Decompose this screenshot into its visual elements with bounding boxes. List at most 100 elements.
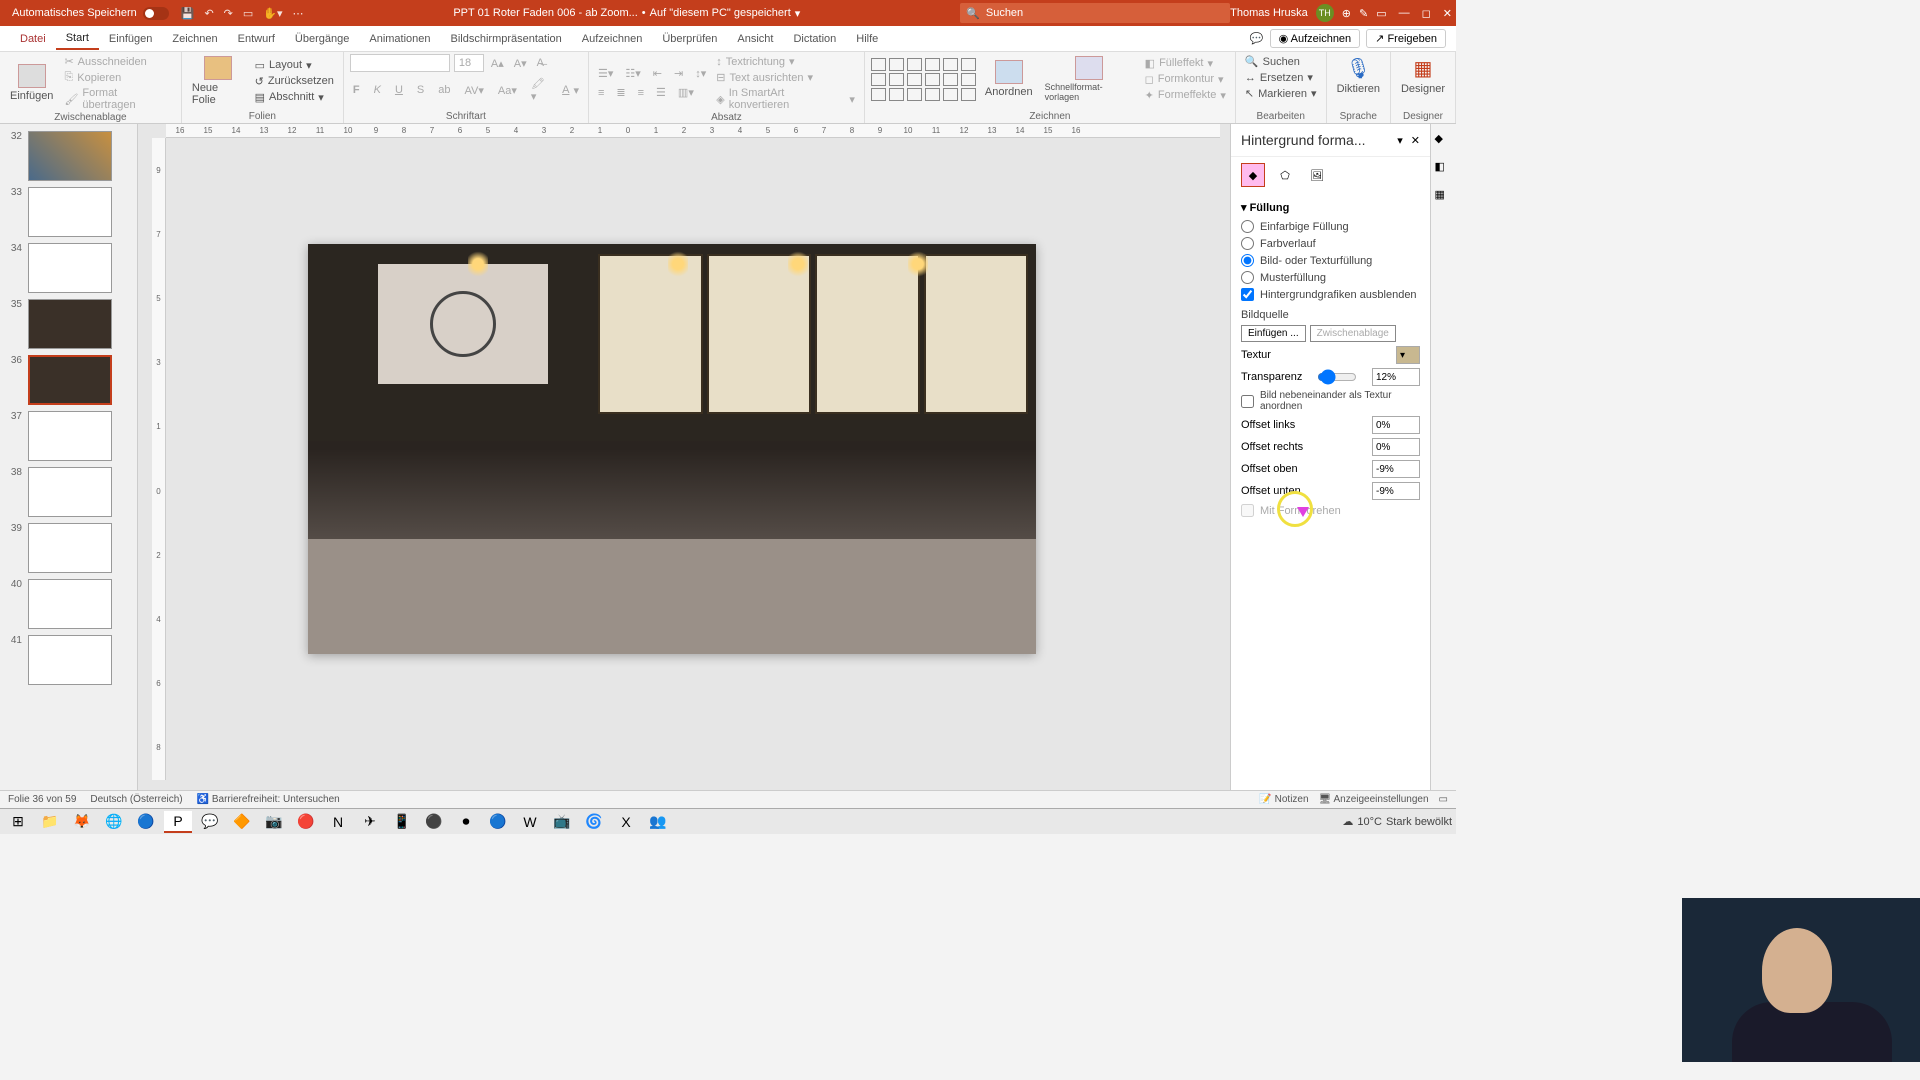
paste-button[interactable]: Einfügen (6, 62, 57, 104)
text-direction-button[interactable]: ↕ Textrichtung ▾ (713, 54, 858, 69)
find-button[interactable]: 🔍 Suchen (1242, 54, 1320, 69)
tile-checkbox[interactable]: Bild nebeneinander als Textur anordnen (1241, 388, 1420, 414)
align-center-button[interactable]: ≣ (613, 85, 628, 100)
share-button[interactable]: ↗ Freigeben (1366, 29, 1446, 48)
language-status[interactable]: Deutsch (Österreich) (90, 794, 182, 805)
taskbar-edge2[interactable]: 🌀 (580, 811, 608, 833)
align-left-button[interactable]: ≡ (595, 86, 607, 100)
underline-button[interactable]: U (392, 83, 406, 97)
pattern-fill-option[interactable]: Musterfüllung (1241, 269, 1420, 286)
select-button[interactable]: ↖ Markieren ▾ (1242, 86, 1320, 101)
tab-ueberpruefen[interactable]: Überprüfen (652, 29, 727, 49)
dictate-button[interactable]: 🎙Diktieren (1333, 54, 1384, 97)
taskbar-onenote[interactable]: N (324, 811, 352, 833)
font-size-combo[interactable]: 18 (454, 54, 484, 72)
undo-icon[interactable]: ↶ (204, 7, 213, 20)
taskbar-teams[interactable]: 👥 (644, 811, 672, 833)
designer-button[interactable]: ▦Designer (1397, 54, 1449, 97)
taskbar-app-3[interactable]: 🔴 (292, 811, 320, 833)
section-button[interactable]: ▤ Abschnitt ▾ (252, 90, 337, 105)
thumb-39[interactable]: 39 (0, 520, 137, 576)
header-icon-1[interactable]: ⊕ (1342, 7, 1351, 20)
slide-count[interactable]: Folie 36 von 59 (8, 794, 76, 805)
tab-ansicht[interactable]: Ansicht (727, 29, 783, 49)
slide-thumbnails[interactable]: 32 33 34 35 36 37 38 39 40 41 (0, 124, 138, 790)
offset-top-value[interactable]: -9% (1372, 460, 1420, 478)
close-button[interactable]: ✕ (1443, 7, 1452, 20)
title-dropdown-icon[interactable]: ▾ (795, 7, 801, 20)
case-button[interactable]: Aa▾ (495, 83, 520, 98)
thumb-36[interactable]: 36 (0, 352, 137, 408)
user-avatar[interactable]: TH (1316, 4, 1334, 22)
taskbar-explorer[interactable]: 📁 (36, 811, 64, 833)
arrange-button[interactable]: Anordnen (981, 58, 1037, 100)
panel-close-icon[interactable]: ✕ (1411, 134, 1420, 147)
thumb-38[interactable]: 38 (0, 464, 137, 520)
bullets-button[interactable]: ☰▾ (595, 66, 616, 81)
indent-inc-button[interactable]: ⇥ (671, 66, 686, 81)
strike-button[interactable]: S (414, 83, 427, 97)
tab-aufzeichnen[interactable]: Aufzeichnen (572, 29, 653, 49)
touch-icon[interactable]: ✋▾ (263, 7, 282, 20)
taskbar-vlc[interactable]: 🔶 (228, 811, 256, 833)
taskbar-app-6[interactable]: 🔵 (484, 811, 512, 833)
highlight-button[interactable]: 🖍▾ (528, 76, 551, 104)
transparency-slider[interactable] (1317, 369, 1357, 385)
start-button[interactable]: ⊞ (4, 811, 32, 833)
shadow-button[interactable]: ab (435, 83, 453, 97)
insert-image-button[interactable]: Einfügen ... (1241, 325, 1306, 342)
text-align-button[interactable]: ⊟ Text ausrichten ▾ (713, 70, 858, 85)
quick-styles-button[interactable]: Schnellformat-vorlagen (1041, 54, 1138, 104)
thumb-35[interactable]: 35 (0, 296, 137, 352)
shape-effects-button[interactable]: ✦ Formeffekte ▾ (1142, 88, 1229, 103)
redo-icon[interactable]: ↷ (224, 7, 233, 20)
spacing-button[interactable]: AV▾ (462, 83, 487, 98)
offset-bottom-value[interactable]: -9% (1372, 482, 1420, 500)
justify-button[interactable]: ☰ (653, 85, 669, 100)
comments-icon[interactable]: 💬 (1250, 32, 1264, 45)
replace-button[interactable]: ↔ Ersetzen ▾ (1242, 70, 1320, 85)
bold-button[interactable]: F (350, 83, 363, 97)
hide-bg-graphics-option[interactable]: Hintergrundgrafiken ausblenden (1241, 286, 1420, 303)
header-icon-2[interactable]: ✎ (1359, 7, 1368, 20)
smartart-button[interactable]: ◈ In SmartArt konvertieren ▾ (713, 86, 858, 112)
panel-dropdown-icon[interactable]: ▾ (1397, 134, 1403, 147)
thumb-34[interactable]: 34 (0, 240, 137, 296)
texture-picker[interactable]: ▾ (1396, 346, 1420, 364)
indent-dec-button[interactable]: ⇤ (650, 66, 665, 81)
thumb-41[interactable]: 41 (0, 632, 137, 688)
copy-button[interactable]: ⎘ Kopieren (61, 70, 174, 85)
save-icon[interactable]: 💾 (181, 7, 195, 20)
thumb-40[interactable]: 40 (0, 576, 137, 632)
picture-tab-icon[interactable]: 🖼 (1305, 163, 1329, 187)
fill-tab-icon[interactable]: ◆ (1241, 163, 1265, 187)
clear-format-icon[interactable]: A̶ (534, 56, 547, 70)
rail-icon-3[interactable]: ▦ (1435, 188, 1453, 206)
slide-canvas[interactable] (308, 244, 1036, 654)
format-painter-button[interactable]: 🖌 Format übertragen (61, 86, 174, 112)
rail-icon-1[interactable]: ◆ (1435, 132, 1453, 150)
thumb-37[interactable]: 37 (0, 408, 137, 464)
numbering-button[interactable]: ☷▾ (622, 66, 643, 81)
taskbar-obs[interactable]: ⚫ (420, 811, 448, 833)
clipboard-image-button[interactable]: Zwischenablage (1310, 325, 1396, 342)
taskbar-telegram[interactable]: ✈ (356, 811, 384, 833)
taskbar-weather[interactable]: ☁ 10°C Stark bewölkt (1342, 815, 1452, 828)
saved-location[interactable]: Auf "diesem PC" gespeichert (650, 7, 791, 20)
gradient-fill-option[interactable]: Farbverlauf (1241, 235, 1420, 252)
tab-uebergaenge[interactable]: Übergänge (285, 29, 359, 49)
taskbar-firefox[interactable]: 🦊 (68, 811, 96, 833)
decrease-font-icon[interactable]: A▾ (511, 56, 530, 71)
view-normal-icon[interactable]: ▭ (1439, 794, 1448, 805)
linespacing-button[interactable]: ↕▾ (692, 66, 709, 81)
tab-animationen[interactable]: Animationen (359, 29, 440, 49)
tab-zeichnen[interactable]: Zeichnen (162, 29, 227, 49)
font-family-combo[interactable] (350, 54, 450, 72)
autosave-toggle[interactable] (143, 7, 169, 20)
notes-button[interactable]: 📝 Notizen (1259, 794, 1308, 805)
effects-tab-icon[interactable]: ⬠ (1273, 163, 1297, 187)
taskbar-excel[interactable]: X (612, 811, 640, 833)
taskbar-app-2[interactable]: 📷 (260, 811, 288, 833)
thumb-33[interactable]: 33 (0, 184, 137, 240)
qat-more-icon[interactable]: ⋯ (293, 7, 304, 20)
